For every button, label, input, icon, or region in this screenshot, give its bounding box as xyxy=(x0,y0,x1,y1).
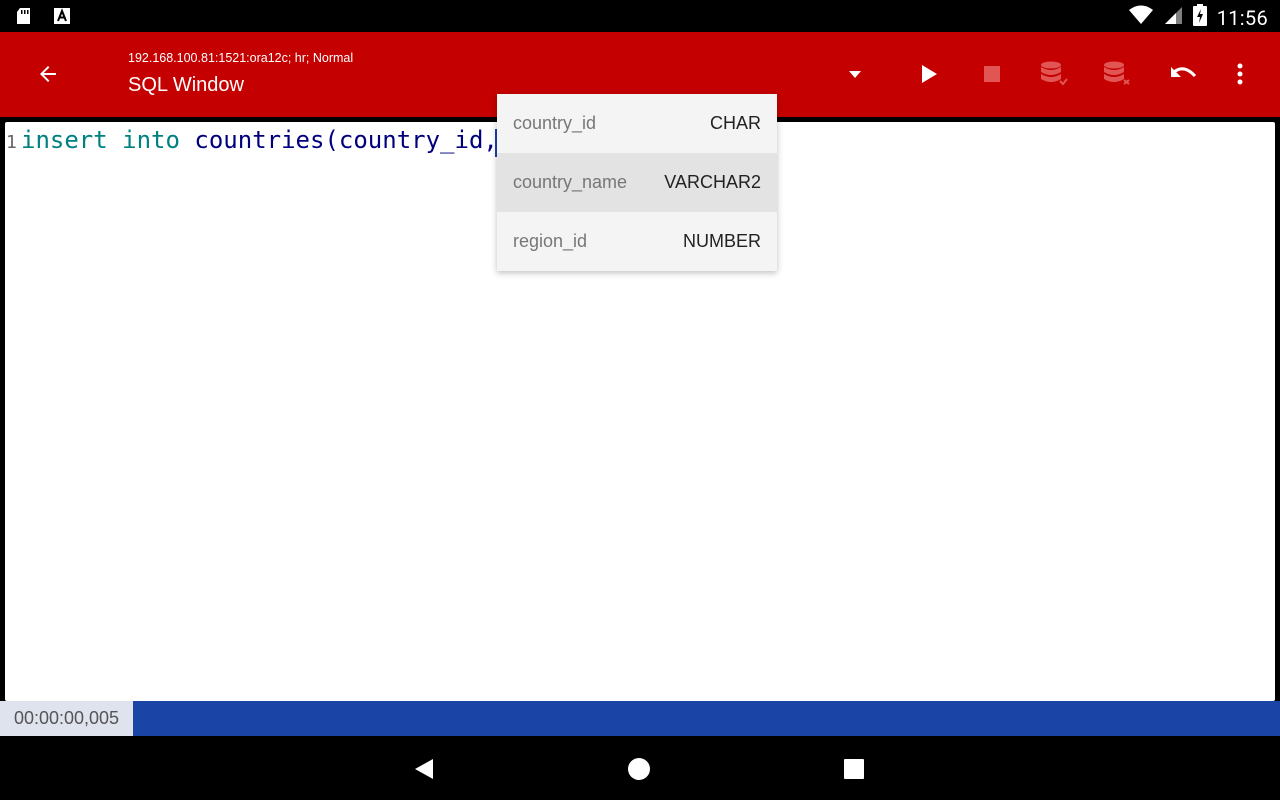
nav-home-button[interactable] xyxy=(623,753,655,785)
column-name: region_id xyxy=(513,231,588,251)
keyword-into: into xyxy=(122,126,180,154)
dropdown-icon xyxy=(849,71,861,78)
run-button[interactable] xyxy=(906,52,952,96)
code-line[interactable]: insert into countries(country_id, xyxy=(21,126,498,154)
stop-button[interactable] xyxy=(969,52,1015,96)
page-title: SQL Window xyxy=(128,74,244,96)
autocomplete-popup: country_id CHAR country_name VARCHAR2 re… xyxy=(497,94,777,271)
back-button[interactable] xyxy=(26,52,70,96)
column-type: VARCHAR2 xyxy=(664,172,761,192)
stop-icon xyxy=(984,66,1000,82)
autocomplete-item[interactable]: country_id CHAR xyxy=(497,94,777,153)
recents-icon xyxy=(844,759,864,779)
arrow-back-icon xyxy=(40,66,56,82)
rollback-button[interactable] xyxy=(1094,52,1140,96)
nav-recents-button[interactable] xyxy=(838,753,870,785)
code-identifier: countries(country_id, xyxy=(194,126,498,154)
more-options-button[interactable] xyxy=(1217,52,1263,96)
execution-status-bar: 00:00:00,005 xyxy=(0,701,1280,736)
line-number: 1 xyxy=(6,132,17,153)
connection-string: 192.168.100.81:1521:ora12c; hr; Normal xyxy=(128,51,354,65)
signal-icon xyxy=(1163,5,1183,30)
autocomplete-item-selected[interactable]: country_name VARCHAR2 xyxy=(497,153,777,212)
battery-charging-icon xyxy=(1192,4,1207,31)
undo-button[interactable] xyxy=(1161,52,1207,96)
run-icon xyxy=(922,65,937,83)
dropdown-button[interactable] xyxy=(832,52,878,96)
nav-back-button[interactable] xyxy=(408,753,440,785)
column-type: CHAR xyxy=(709,113,761,133)
more-icon xyxy=(1237,63,1243,85)
column-name: country_name xyxy=(513,172,628,192)
column-type: NUMBER xyxy=(682,231,761,251)
commit-icon xyxy=(1041,61,1068,86)
keyword-insert: insert xyxy=(21,126,108,154)
back-icon xyxy=(415,759,433,779)
status-bar: 11:56 xyxy=(0,0,1280,32)
clock: 11:56 xyxy=(1216,5,1268,30)
elapsed-time: 00:00:00,005 xyxy=(0,701,133,736)
home-icon xyxy=(628,758,650,780)
undo-icon xyxy=(1171,67,1197,78)
navigation-bar xyxy=(0,736,1280,800)
app-notification-icon xyxy=(52,6,72,31)
wifi-icon xyxy=(1128,5,1153,30)
sd-card-icon xyxy=(14,6,34,31)
commit-button[interactable] xyxy=(1031,52,1077,96)
column-name: country_id xyxy=(513,113,597,133)
rollback-icon xyxy=(1104,61,1130,85)
autocomplete-item[interactable]: region_id NUMBER xyxy=(497,212,777,271)
